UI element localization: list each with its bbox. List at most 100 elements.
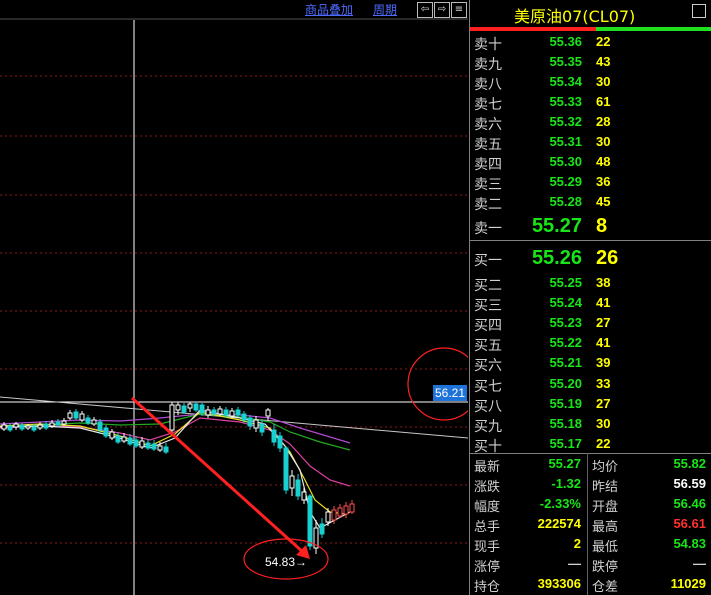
bid-volume: 30 (596, 415, 611, 431)
candle-body (343, 505, 349, 515)
bid-price: 55.24 (549, 295, 582, 311)
annotation-circle-price (407, 347, 468, 421)
candle-body (37, 424, 43, 429)
candle-body (145, 442, 151, 449)
candle-body (55, 421, 61, 426)
bid-volume: 39 (596, 355, 611, 371)
bid-row[interactable]: 买七 55.20 33 (470, 374, 711, 395)
candle-body (163, 446, 169, 453)
candle-body (349, 503, 355, 513)
stat-item: 涨停 — (470, 555, 587, 575)
candle-body (193, 403, 199, 411)
ask-level-label: 卖二 (474, 197, 502, 213)
bid-row[interactable]: 买一 55.26 26 (470, 247, 711, 269)
ask-level-label: 卖八 (474, 77, 502, 93)
stat-label: 最高 (592, 520, 619, 535)
candle-body (79, 413, 85, 421)
next-arrow-icon[interactable]: ⇨ (434, 2, 450, 18)
candle-body (115, 435, 121, 443)
stat-item: 总手 222574 (470, 515, 587, 535)
ask-row[interactable]: 卖四 55.30 48 (470, 152, 711, 173)
stat-value: 2 (573, 536, 581, 551)
bid-row[interactable]: 买四 55.23 27 (470, 313, 711, 334)
bid-price: 55.26 (531, 247, 582, 269)
candle-body (259, 423, 265, 433)
ask-row[interactable]: 卖九 55.35 43 (470, 52, 711, 73)
candle-body (199, 404, 205, 414)
ask-volume: 30 (596, 74, 611, 89)
candle-body (61, 420, 67, 425)
ask-row[interactable]: 卖六 55.32 28 (470, 112, 711, 133)
candle-body (109, 431, 115, 439)
ask-volume: 28 (596, 114, 611, 129)
candle-body (127, 437, 133, 445)
bid-row[interactable]: 买三 55.24 41 (470, 293, 711, 315)
stat-label: 最低 (592, 540, 619, 555)
instrument-title: 美原油07(CL07) (514, 7, 636, 26)
bid-volume: 27 (596, 315, 611, 331)
ask-row[interactable]: 卖一 55.27 8 (470, 215, 711, 237)
stat-label: 均价 (592, 460, 619, 475)
stat-item: 涨跌 -1.32 (470, 475, 587, 495)
candle-body (19, 424, 25, 430)
ask-row[interactable]: 卖二 55.28 45 (470, 192, 711, 213)
kline-chart[interactable] (0, 0, 468, 595)
candle-body (187, 403, 193, 409)
candle-body (7, 425, 13, 431)
bid-level-label: 买三 (474, 298, 502, 315)
candle-body (247, 417, 253, 427)
stat-value: 393306 (537, 576, 581, 591)
ask-row[interactable]: 卖十 55.36 22 (470, 32, 711, 53)
stat-label: 跌停 (592, 560, 619, 575)
bid-price: 55.23 (549, 315, 582, 331)
candle-body (307, 495, 313, 547)
menu-icon[interactable]: ≡ (451, 2, 467, 18)
ask-row[interactable]: 卖三 55.29 36 (470, 172, 711, 193)
stat-label: 昨结 (592, 480, 619, 495)
candle-body (103, 427, 109, 437)
candle-body (157, 445, 163, 451)
prev-arrow-icon[interactable]: ⇦ (417, 2, 433, 18)
candle-body (223, 409, 229, 416)
ask-row[interactable]: 卖八 55.34 30 (470, 72, 711, 93)
candle-body (235, 409, 241, 416)
stat-label: 涨跌 (474, 480, 501, 495)
bid-row[interactable]: 买五 55.22 41 (470, 333, 711, 354)
ask-row[interactable]: 卖七 55.33 61 (470, 92, 711, 113)
bid-volume: 38 (596, 275, 611, 290)
stat-label: 现手 (474, 540, 501, 555)
bid-row[interactable]: 买十 55.17 22 (470, 434, 711, 455)
bid-price: 55.22 (549, 335, 582, 351)
bid-row[interactable]: 买八 55.19 27 (470, 394, 711, 415)
ask-price: 55.31 (549, 134, 582, 149)
candle-body (205, 409, 211, 416)
bid-volume: 27 (596, 395, 611, 411)
overlay-link[interactable]: 商品叠加 (305, 2, 353, 18)
bid-volume: 41 (596, 295, 611, 311)
candle-body (1, 424, 7, 430)
candle-body (67, 412, 73, 419)
ask-level-label: 卖十 (474, 37, 502, 53)
bid-row[interactable]: 买二 55.25 38 (470, 273, 711, 294)
stat-item: 最新 55.27 (470, 455, 587, 475)
candle-body (289, 475, 295, 489)
stat-item: 幅度 -2.33% (470, 495, 587, 515)
ask-row[interactable]: 卖五 55.31 30 (470, 132, 711, 153)
ask-volume: 48 (596, 154, 611, 169)
candle-body (337, 507, 343, 517)
bid-level-label: 买一 (474, 253, 502, 269)
stat-value: — (568, 556, 581, 571)
stat-value: 222574 (537, 516, 581, 531)
period-link[interactable]: 周期 (373, 2, 397, 18)
bid-row[interactable]: 买九 55.18 30 (470, 414, 711, 435)
bid-row[interactable]: 买六 55.21 39 (470, 353, 711, 374)
ask-price: 55.34 (549, 74, 582, 89)
stat-item: 跌停 — (588, 555, 711, 575)
stat-value: 56.46 (673, 496, 706, 511)
expand-icon[interactable] (692, 4, 706, 18)
book-divider (470, 240, 711, 241)
bid-price: 55.18 (549, 415, 582, 431)
candle-body (85, 417, 91, 424)
stat-item: 最低 54.83 (588, 535, 711, 555)
ask-price: 55.32 (549, 114, 582, 129)
